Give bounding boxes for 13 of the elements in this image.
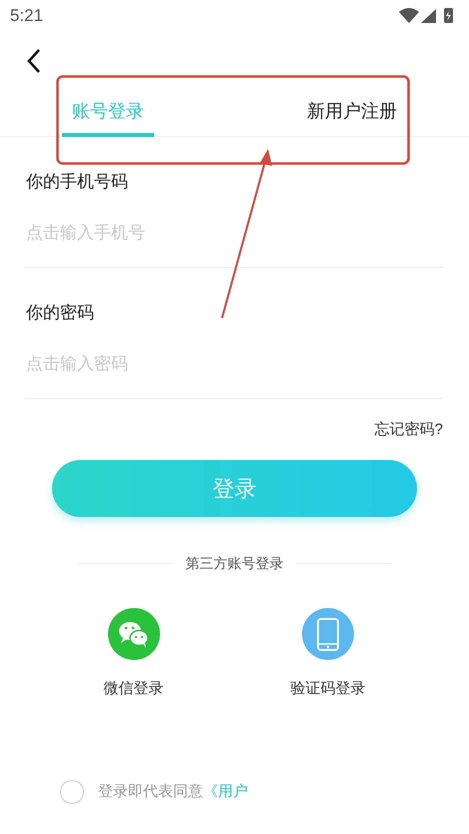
agreement-checkbox[interactable] (60, 780, 84, 804)
status-time: 5:21 (10, 5, 44, 28)
forgot-password-link[interactable]: 忘记密码? (374, 419, 443, 442)
login-option-label[interactable]: 微信登录 (104, 678, 164, 700)
field-label: 你的手机号码 (26, 171, 129, 194)
back-icon[interactable] (26, 48, 42, 74)
login-option-label[interactable]: 验证码登录 (290, 678, 366, 700)
field-label: 你的密码 (26, 302, 95, 324)
phone-icon[interactable] (302, 608, 354, 660)
agreement-text: 登录即代表同意《用户 (98, 782, 248, 802)
third-party-title: 第三方账号登录 (186, 554, 284, 572)
tab[interactable]: 新用户注册 (297, 90, 407, 137)
chat-bubbles-icon[interactable] (108, 608, 160, 660)
